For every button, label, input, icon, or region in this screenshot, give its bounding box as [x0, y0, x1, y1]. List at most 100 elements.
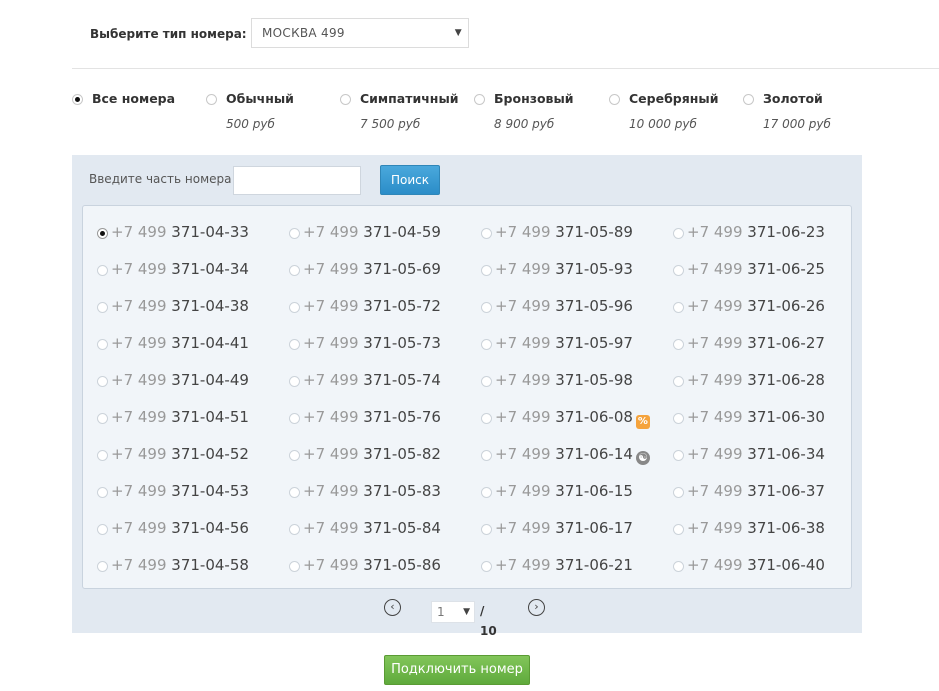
yin-yang-icon: ☯ [635, 451, 650, 465]
phone-number: +7 499 371-06-17 [495, 518, 633, 538]
search-input[interactable] [233, 166, 361, 195]
radio-button[interactable] [673, 450, 684, 461]
radio-button[interactable] [289, 228, 300, 239]
radio-button[interactable] [97, 413, 108, 424]
radio-button[interactable] [97, 228, 108, 239]
radio-button[interactable] [289, 376, 300, 387]
radio-button[interactable] [289, 450, 300, 461]
phone-number: +7 499 371-04-53 [111, 481, 249, 501]
category-name: Золотой [763, 91, 823, 106]
radio-button[interactable] [481, 413, 492, 424]
phone-digits: 371-06-08 [555, 408, 633, 426]
numbers-panel: Введите часть номера Поиск +7 499 371-04… [72, 155, 862, 638]
phone-number: +7 499 371-06-27 [687, 333, 825, 353]
phone-number: +7 499 371-06-23 [687, 222, 825, 242]
category-price: 10 000 руб [629, 117, 697, 131]
radio-button[interactable] [481, 339, 492, 350]
radio-button[interactable] [97, 524, 108, 535]
phone-digits: 371-05-72 [363, 297, 441, 315]
category-name: Бронзовый [494, 91, 574, 106]
radio-button[interactable] [289, 561, 300, 572]
chevron-right-icon[interactable]: › [528, 599, 545, 616]
radio-button[interactable] [289, 265, 300, 276]
phone-number: +7 499 371-05-73 [303, 333, 441, 353]
radio-button[interactable] [673, 228, 684, 239]
phone-digits: 371-05-89 [555, 223, 633, 241]
radio-button[interactable] [289, 524, 300, 535]
radio-button[interactable] [673, 524, 684, 535]
phone-number: +7 499 371-04-56 [111, 518, 249, 538]
phone-prefix: +7 499 [303, 482, 359, 500]
phone-number: +7 499 371-05-84 [303, 518, 441, 538]
radio-button[interactable] [72, 94, 83, 105]
phone-digits: 371-05-76 [363, 408, 441, 426]
radio-button[interactable] [289, 302, 300, 313]
radio-button[interactable] [97, 487, 108, 498]
radio-button[interactable] [340, 94, 351, 105]
phone-digits: 371-06-34 [747, 445, 825, 463]
phone-number: +7 499 371-04-58 [111, 555, 249, 575]
search-button[interactable]: Поиск [380, 165, 440, 195]
phone-prefix: +7 499 [495, 371, 551, 389]
radio-button[interactable] [97, 339, 108, 350]
phone-digits: 371-06-21 [555, 556, 633, 574]
phone-prefix: +7 499 [495, 408, 551, 426]
chevron-left-icon[interactable]: ‹ [384, 599, 401, 616]
category-price: 500 руб [226, 117, 275, 131]
phone-prefix: +7 499 [687, 408, 743, 426]
percent-icon: % [635, 415, 650, 429]
radio-button[interactable] [481, 524, 492, 535]
radio-button[interactable] [743, 94, 754, 105]
phone-prefix: +7 499 [495, 223, 551, 241]
radio-button[interactable] [673, 487, 684, 498]
radio-button[interactable] [97, 450, 108, 461]
phone-digits: 371-05-69 [363, 260, 441, 278]
radio-button[interactable] [289, 487, 300, 498]
radio-button[interactable] [97, 561, 108, 572]
radio-button[interactable] [673, 302, 684, 313]
radio-button[interactable] [97, 302, 108, 313]
phone-number: +7 499 371-05-98 [495, 370, 633, 390]
phone-number: +7 499 371-06-15 [495, 481, 633, 501]
radio-button[interactable] [474, 94, 485, 105]
page-total: / 10 [480, 604, 497, 638]
radio-button[interactable] [481, 450, 492, 461]
phone-prefix: +7 499 [687, 297, 743, 315]
radio-button[interactable] [481, 265, 492, 276]
radio-button[interactable] [481, 228, 492, 239]
phone-digits: 371-05-98 [555, 371, 633, 389]
radio-button[interactable] [481, 302, 492, 313]
radio-button[interactable] [481, 487, 492, 498]
phone-digits: 371-04-59 [363, 223, 441, 241]
page-select-value: 1 [437, 605, 445, 619]
phone-number: +7 499 371-04-34 [111, 259, 249, 279]
connect-number-button[interactable]: Подключить номер [384, 655, 530, 685]
radio-button[interactable] [673, 413, 684, 424]
phone-number: +7 499 371-06-14 ☯ [495, 444, 650, 465]
radio-button[interactable] [673, 339, 684, 350]
radio-button[interactable] [289, 339, 300, 350]
radio-button[interactable] [481, 376, 492, 387]
radio-button[interactable] [673, 265, 684, 276]
radio-button[interactable] [481, 561, 492, 572]
radio-button[interactable] [673, 561, 684, 572]
page-select[interactable]: 1 ▼ [431, 601, 475, 623]
search-label: Введите часть номера [89, 172, 232, 186]
phone-prefix: +7 499 [111, 334, 167, 352]
phone-prefix: +7 499 [687, 334, 743, 352]
radio-button[interactable] [289, 413, 300, 424]
category-price: 17 000 руб [763, 117, 831, 131]
phone-number: +7 499 371-05-82 [303, 444, 441, 464]
phone-number: +7 499 371-06-40 [687, 555, 825, 575]
phone-prefix: +7 499 [303, 519, 359, 537]
phone-prefix: +7 499 [687, 445, 743, 463]
phone-prefix: +7 499 [303, 408, 359, 426]
radio-button[interactable] [206, 94, 217, 105]
radio-button[interactable] [673, 376, 684, 387]
radio-button[interactable] [609, 94, 620, 105]
radio-button[interactable] [97, 376, 108, 387]
number-type-select[interactable]: МОСКВА 499 ▼ [251, 18, 469, 48]
phone-number: +7 499 371-05-97 [495, 333, 633, 353]
radio-button[interactable] [97, 265, 108, 276]
phone-number: +7 499 371-06-34 [687, 444, 825, 464]
